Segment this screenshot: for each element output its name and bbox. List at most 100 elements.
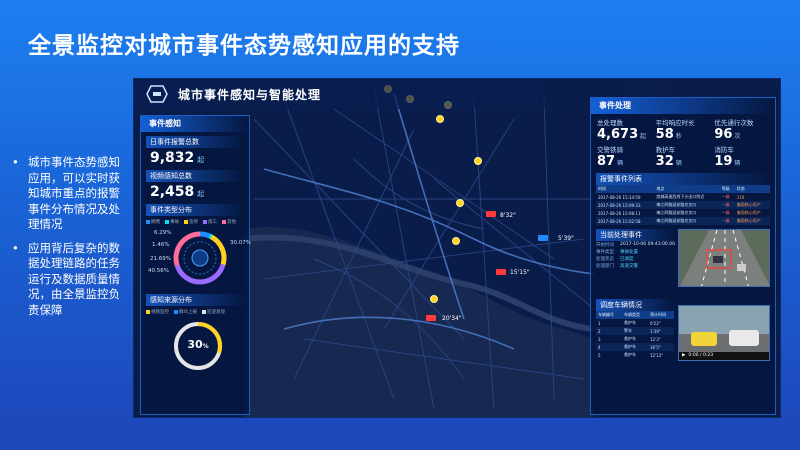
legend-label: 视频监控	[151, 310, 169, 315]
legend-item[interactable]: 违停	[184, 219, 198, 225]
column-header[interactable]: 状态	[734, 185, 770, 193]
table-row[interactable]: 2 警车 1'39"	[596, 327, 674, 335]
eta-label: 8'32"	[500, 212, 516, 219]
table-row[interactable]: 2017-08-26 15:14:59 绕城高速西线下沙出口附近 一级 119	[596, 193, 770, 201]
stat-value: 32 辆	[655, 154, 682, 169]
legend-item[interactable]: 群众上报	[174, 309, 197, 315]
table-cell: 2	[596, 327, 622, 335]
table-cell: 救护车	[624, 352, 636, 357]
table-cell: 一级	[721, 194, 730, 199]
table-cell: 绕城高速西线下沙出口附近	[656, 194, 705, 199]
column-header[interactable]: 车辆编号	[596, 311, 622, 319]
stat-value: 19 辆	[714, 154, 741, 169]
legend-swatch	[222, 220, 226, 224]
pct-label: 40.56%	[148, 268, 169, 274]
table-row[interactable]: 2017-08-26 15:09:33 梅江四路延安路交叉口 一级 美丽热心用户	[596, 201, 770, 209]
stat-label: 交警铁骑	[597, 146, 623, 154]
daily-alarm-count: 9,832 起	[150, 150, 205, 166]
legend-swatch	[184, 220, 188, 224]
table-cell: 12'3"	[650, 336, 661, 342]
donut-slice[interactable]	[199, 231, 211, 239]
table-cell: 警车	[622, 327, 648, 335]
table-row[interactable]: 5 救护车 12'12"	[596, 351, 674, 359]
stat-label: 消防车	[714, 146, 734, 154]
legend-item[interactable]: 拥堵	[146, 219, 160, 225]
warning-marker[interactable]	[430, 295, 438, 303]
event-type-section: 事件类型分布 拥堵 事故 违停 施工 其他 6.29% 1.46% 21.69% 40.…	[146, 204, 251, 290]
legend-item[interactable]: 施工	[203, 219, 217, 225]
bullet-item: • 应用背后复杂的数据处理链路的任务运行及数据质量情况，由全景监控负责保障	[10, 241, 122, 319]
current-event-title: 当前处理事件	[596, 229, 674, 241]
ambulance-icon[interactable]	[538, 235, 548, 241]
column-header[interactable]: 预计时间	[648, 311, 674, 319]
camera-feed-highway[interactable]	[678, 229, 770, 287]
source-section: 感知来源分布 视频监控 群众上报 巡逻发现 30%	[146, 294, 244, 378]
legend-label: 巡逻发现	[207, 310, 225, 315]
camera-feed-street[interactable]: ▶ 0:00 / 0:23	[678, 305, 770, 361]
table-cell: 1	[598, 320, 601, 326]
table-header: 时间 地点 等级 状态	[596, 185, 770, 193]
column-header[interactable]: 时间	[596, 185, 655, 193]
table-cell: 12'12"	[650, 352, 664, 358]
column-header[interactable]: 车辆类型	[622, 311, 648, 319]
legend-swatch	[202, 310, 206, 314]
table-row[interactable]: 1 救护车 0'22"	[596, 319, 674, 327]
column-header[interactable]: 地点	[654, 185, 720, 193]
table-row[interactable]: 3 救护车 12'3"	[596, 335, 674, 343]
table-cell: 2017-08-26 15:14:59	[598, 194, 641, 200]
table-cell: 119	[736, 194, 745, 200]
legend-item[interactable]: 巡逻发现	[202, 309, 225, 315]
police-car-icon[interactable]	[486, 211, 496, 217]
stat-value: 58 秒	[655, 127, 682, 142]
donut-slice[interactable]	[209, 234, 227, 266]
stat-item: 交警铁骑 87 辆	[597, 144, 652, 169]
alarm-list-section: 报警事件列表 时间 地点 等级 状态 2017-08-26 15:14:59 绕城高速西…	[596, 173, 770, 225]
legend-label: 施工	[208, 220, 217, 225]
column-header[interactable]: 等级	[719, 185, 735, 193]
legend-swatch	[165, 220, 169, 224]
table-cell: 2017-08-26 15:08:11	[598, 210, 641, 216]
table-cell: 3	[598, 336, 601, 342]
legend-item[interactable]: 其他	[222, 219, 236, 225]
warning-marker[interactable]	[456, 199, 464, 207]
legend-label: 拥堵	[151, 220, 160, 225]
table-cell: 1'39"	[648, 327, 674, 335]
stat-label: 救护车	[655, 146, 676, 154]
bullet-text: 城市事件态势感知应用，可以实时获知城市重点的报警事件分布情况及处理情况	[28, 155, 120, 231]
donut-slice[interactable]	[174, 263, 226, 285]
daily-alarm-section: 日事件报警总数 9,832 起	[146, 136, 244, 166]
bullet-list: • 城市事件态势感知应用，可以实时获知城市重点的报警事件分布情况及处理情况 • …	[10, 155, 122, 326]
source-gauge-wrap: 30%	[146, 318, 244, 378]
legend-item[interactable]: 视频监控	[146, 309, 169, 315]
table-body: 2017-08-26 15:14:59 绕城高速西线下沙出口附近 一级 119 2017…	[596, 193, 770, 225]
event-type-donut-chart[interactable]	[170, 228, 230, 288]
eta-label: 15'15"	[510, 269, 530, 276]
warning-marker[interactable]	[452, 237, 460, 245]
table-cell: 一级	[719, 217, 735, 225]
table-row[interactable]: 2017-08-26 15:02:58 梅江四路延安路交叉口 一级 美丽热心用户	[596, 217, 770, 225]
table-cell: 救护车	[624, 320, 636, 325]
video-perception-label: 视频感知总数	[146, 170, 244, 182]
play-icon[interactable]: ▶	[682, 353, 685, 358]
fire-truck-icon[interactable]	[496, 269, 506, 275]
source-gauge-value: 30%	[187, 338, 209, 351]
legend-label: 违停	[189, 220, 198, 225]
video-perception-section: 视频感知总数 2,458 起	[146, 170, 244, 200]
table-row[interactable]: 2017-08-26 15:08:11 梅江四路延安路交叉口 一级 美丽热心用户	[596, 209, 770, 217]
stats-grid: 总处理数 4,673 起平均响应时长 58 秒优先通行次数 96 次交警铁骑 87 辆救护车 32…	[597, 117, 769, 169]
donut-slice[interactable]	[208, 233, 213, 240]
table-row[interactable]: 4 救护车 16'5"	[596, 343, 674, 351]
stat-item: 消防车 19 辆	[714, 144, 769, 169]
fire-truck-icon[interactable]	[426, 315, 436, 321]
bullet-dot: •	[12, 240, 19, 255]
warning-marker[interactable]	[436, 115, 444, 123]
table-cell: 0'22"	[650, 320, 661, 326]
legend-swatch	[146, 220, 150, 224]
event-type-legend: 拥堵 事故 违停 施工 其他	[146, 219, 244, 225]
warning-marker[interactable]	[474, 157, 482, 165]
legend-item[interactable]: 事故	[165, 219, 179, 225]
source-title: 感知来源分布	[146, 294, 244, 306]
table-cell: 梅江四路延安路交叉口	[654, 217, 720, 225]
stat-label: 优先通行次数	[714, 119, 754, 127]
video-controls[interactable]: ▶ 0:00 / 0:23	[679, 351, 769, 360]
